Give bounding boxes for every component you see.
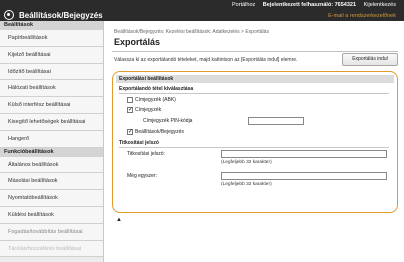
settings-logo-icon [4, 10, 14, 20]
sidebar-item-copy[interactable]: Másolási beállítások [0, 173, 103, 191]
sidebar-section-settings: Beállítások [0, 21, 103, 30]
sidebar-item-accessibility[interactable]: Kisegítő lehetőségek beállításai [0, 113, 103, 131]
page-description: Válassza ki az exportálandó tételeket, m… [114, 57, 298, 63]
password-heading: Titkosítási jelszó [119, 140, 159, 146]
brand: Beállítások/Bejegyzés [4, 10, 103, 20]
start-export-button[interactable]: Exportálás indul [342, 53, 398, 66]
addressbook-option-row: Címjegyzék [127, 106, 162, 113]
email-admin-link[interactable]: E-mail a rendszerkezelőnek [328, 13, 396, 19]
export-settings-panel: Exportálási beállítások Exportálandó tét… [112, 71, 398, 213]
confirm-password-hint: (Legfeljebb 32 karakter) [221, 182, 272, 187]
sidebar-item-external-interface[interactable]: Külső interfész beállításai [0, 97, 103, 114]
top-links: Portálhoz Bejelentkezett felhasználó: 76… [226, 2, 396, 8]
settings-option-row: Beállítások/Bejegyzés [127, 128, 184, 135]
sidebar-item-network[interactable]: Hálózati beállítások [0, 80, 103, 98]
back-to-top-icon[interactable]: ▲ [116, 217, 122, 223]
sidebar-item-paper[interactable]: Papírbeállítások [0, 30, 103, 47]
pin-label: Címjegyzék PIN-kódja [143, 118, 193, 124]
sidebar-item-receive-forward[interactable]: Fogadás/továbbítás beállításai [0, 223, 103, 241]
logged-in-user: Bejelentkezett felhasználó: 7654321 [262, 2, 357, 8]
sidebar-item-general[interactable]: Általános beállítások [0, 156, 103, 174]
addressbook-label: Címjegyzék [135, 107, 162, 113]
password-divider [119, 147, 389, 148]
addressbook-checkbox[interactable] [127, 106, 133, 113]
confirm-password-label: Még egyszer: [127, 173, 158, 179]
sidebar-item-printer[interactable]: Nyomtatóbeállítások [0, 190, 103, 207]
abk-option-row: Címjegyzék (ABK) [127, 97, 176, 103]
password-label: Titkosítási jelszó: [127, 151, 165, 157]
portal-link[interactable]: Portálhoz [232, 2, 255, 8]
pin-input[interactable] [248, 117, 304, 125]
item-selection-heading: Exportálandó tétel kiválasztása [119, 86, 194, 92]
confirm-password-input[interactable] [221, 172, 387, 180]
sidebar-item-store-access[interactable]: Tárolás/hozzáférés beállításai [0, 240, 103, 258]
brand-title: Beállítások/Bejegyzés [19, 10, 103, 20]
sidebar-item-timer[interactable]: Időzítő beállításai [0, 63, 103, 81]
password-hint: (Legfeljebb 32 karakter) [221, 160, 272, 165]
sidebar-item-send[interactable]: Küldési beállítások [0, 206, 103, 224]
main-content: Beállítások/Bejegyzés: Kezelési beállítá… [106, 21, 404, 262]
abk-label: Címjegyzék (ABK) [135, 97, 176, 103]
item-selection-divider [119, 93, 389, 94]
export-settings-header: Exportálási beállítások [116, 75, 394, 83]
title-divider [112, 51, 398, 52]
abk-checkbox[interactable] [127, 97, 133, 103]
breadcrumb: Beállítások/Bejegyzés: Kezelési beállítá… [114, 29, 269, 35]
sidebar-item-display[interactable]: Kijelző beállításai [0, 46, 103, 64]
logout-link[interactable]: Kijelentkezés [364, 2, 396, 8]
password-input[interactable] [221, 150, 387, 158]
settings-registration-checkbox[interactable] [127, 128, 133, 135]
page-title: Exportálás [114, 37, 161, 47]
top-bar: Portálhoz Bejelentkezett felhasználó: 76… [0, 0, 404, 21]
sidebar: Beállítások Papírbeállítások Kijelző beá… [0, 21, 104, 262]
settings-registration-label: Beállítások/Bejegyzés [135, 129, 184, 135]
sidebar-item-volume[interactable]: Hangerő [0, 130, 103, 148]
sidebar-section-function: Funkcióbeállítások [0, 147, 103, 157]
